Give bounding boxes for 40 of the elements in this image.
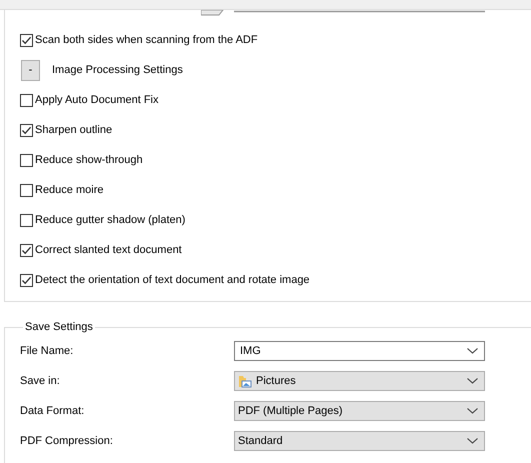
option-checkbox[interactable]: Apply Auto Document Fix — [20, 85, 531, 115]
chevron-icon — [467, 408, 478, 414]
field-label: PDF Compression: — [20, 435, 114, 447]
collapse-button[interactable]: - — [21, 60, 40, 80]
dropdown[interactable]: PDF (Multiple Pages) — [234, 401, 485, 421]
option-checkbox[interactable]: Correct slanted text document — [20, 235, 531, 265]
option-label: Sharpen outline — [35, 124, 112, 136]
option-label: Reduce gutter shadow (platen) — [35, 214, 186, 226]
checkbox[interactable] — [20, 244, 33, 256]
dropdown[interactable]: Pictures — [234, 371, 485, 391]
chevron-icon — [467, 348, 478, 354]
dropdown[interactable]: Standard — [234, 431, 485, 451]
checkbox[interactable] — [20, 124, 33, 136]
option-checkbox[interactable]: Sharpen outline — [20, 115, 531, 145]
checkbox[interactable] — [20, 154, 33, 166]
dropdown[interactable]: IMG — [234, 341, 485, 361]
section-title: Image Processing Settings — [52, 64, 183, 76]
option-checkbox[interactable]: Reduce show-through — [20, 145, 531, 175]
checkbox[interactable] — [20, 184, 33, 196]
group-title: Save Settings — [24, 321, 94, 333]
option-label: Scan both sides when scanning from the ADF — [35, 34, 258, 46]
checkbox[interactable] — [20, 214, 33, 226]
option-checkbox[interactable]: Scan both sides when scanning from the ADF — [20, 25, 531, 55]
option-label: Detect the orientation of text document and rotate image — [35, 274, 310, 286]
chevron-icon — [467, 378, 478, 384]
folder-icon — [238, 374, 252, 388]
field-label: Save in: — [20, 375, 61, 387]
checkbox[interactable] — [20, 274, 33, 286]
option-checkbox[interactable]: Reduce gutter shadow (platen) — [20, 205, 531, 235]
field-label: File Name: — [20, 345, 74, 357]
option-label: Reduce show-through — [35, 154, 143, 166]
option-label: Reduce moire — [35, 184, 104, 196]
option-label: Apply Auto Document Fix — [35, 94, 159, 106]
option-label: Correct slanted text document — [35, 244, 182, 256]
chevron-icon — [467, 438, 478, 444]
checkbox[interactable] — [20, 94, 33, 106]
field-label: Data Format: — [20, 405, 86, 417]
checkbox[interactable] — [20, 34, 33, 46]
option-checkbox[interactable]: Detect the orientation of text document and rotate image — [20, 265, 531, 295]
option-checkbox[interactable]: Reduce moire — [20, 175, 531, 205]
